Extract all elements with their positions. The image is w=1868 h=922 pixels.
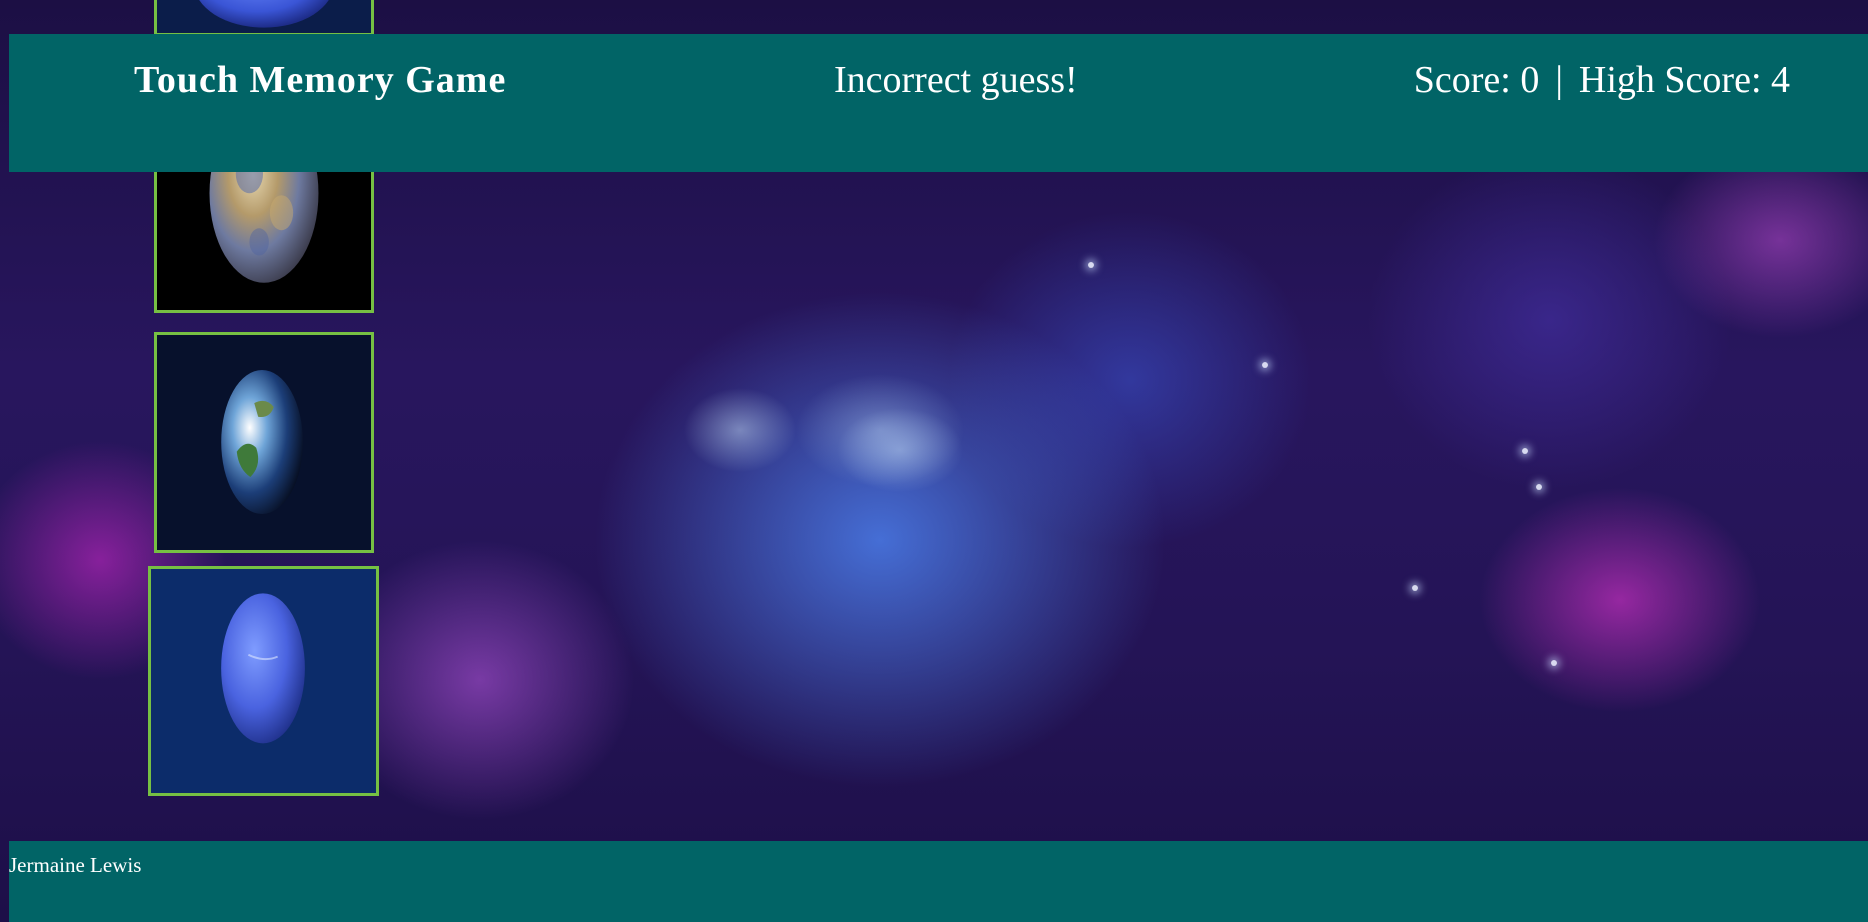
star — [1551, 660, 1557, 666]
star — [1522, 448, 1528, 454]
author-name: Jermaine Lewis — [9, 853, 142, 877]
neptune-image — [151, 569, 376, 793]
star — [1262, 362, 1268, 368]
star — [1536, 484, 1542, 490]
score-label: Score: 0 — [1413, 59, 1540, 101]
neptune-card-partial[interactable] — [154, 0, 374, 36]
star — [1412, 585, 1418, 591]
status-message: Incorrect guess! — [834, 59, 1078, 101]
header-bar: Touch Memory Game Incorrect guess! Score… — [9, 34, 1868, 172]
star — [1088, 262, 1094, 268]
score-separator: | — [1555, 59, 1563, 101]
footer-bar: Jermaine Lewis — [9, 841, 1868, 922]
game-title: Touch Memory Game — [134, 59, 507, 101]
high-score-label: High Score: 4 — [1578, 59, 1790, 101]
neptune-image — [157, 0, 371, 33]
earth-image — [157, 335, 371, 550]
earth-card[interactable] — [154, 332, 374, 553]
neptune-card[interactable] — [148, 566, 379, 796]
score-display: Score: 0 | High Score: 4 — [1414, 58, 1790, 102]
